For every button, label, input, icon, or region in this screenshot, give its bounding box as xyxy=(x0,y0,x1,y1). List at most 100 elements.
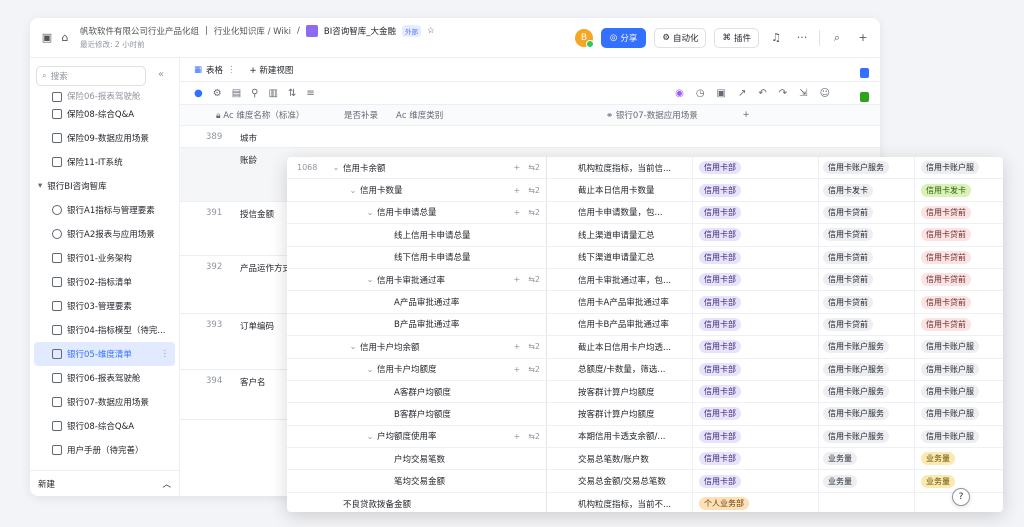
collapse-sidebar-icon[interactable]: « xyxy=(158,69,164,80)
scene-cell[interactable]: 信用卡贷前 xyxy=(914,291,1003,313)
group-icon[interactable]: ▥ xyxy=(268,88,277,99)
ai-icon[interactable]: ◉ xyxy=(675,88,684,99)
subitems-icon[interactable]: ⇆2 xyxy=(528,365,540,374)
dept-cell[interactable]: 信用卡部 xyxy=(692,246,818,268)
chevron-down-icon[interactable]: ⌄ xyxy=(346,342,360,351)
table-row[interactable]: ⌄ 信用卡户均余额 + ⇆2 截止本日信用卡户均透... 信用卡部 信用卡账户服务 信用卡账户… xyxy=(287,336,1003,359)
dept-cell[interactable]: 信用卡部 xyxy=(692,358,818,380)
sidebar-item[interactable]: 保险06-报表驾驶舱 xyxy=(30,90,179,102)
sort-icon[interactable]: ⇅ xyxy=(288,88,296,99)
scene-cell[interactable]: 信用卡发卡 xyxy=(914,179,1003,201)
category-cell[interactable]: 信用卡贷前 xyxy=(818,201,914,224)
table-row[interactable]: 户均交易笔数 交易总笔数/账户数 信用卡部 业务量 业务量 xyxy=(287,448,1003,471)
category-cell[interactable] xyxy=(818,492,914,512)
dept-cell[interactable]: 信用卡部 xyxy=(692,224,818,246)
dept-cell[interactable]: 信用卡部 xyxy=(692,179,818,201)
dept-cell[interactable]: 信用卡部 xyxy=(692,425,818,448)
add-child-icon[interactable]: + xyxy=(514,432,521,441)
desc-cell[interactable]: 信用卡A产品审批通过率 xyxy=(574,296,692,308)
dept-cell[interactable]: 信用卡部 xyxy=(692,313,818,336)
plugin-button[interactable]: ⌘ 插件 xyxy=(714,27,759,48)
add-child-icon[interactable]: + xyxy=(514,365,521,374)
name-cell[interactable]: B产品审批通过率 xyxy=(321,314,546,335)
category-cell[interactable]: 信用卡贷前 xyxy=(818,246,914,268)
desc-cell[interactable]: 机构粒度指标，当前信... xyxy=(574,162,692,174)
subitems-icon[interactable]: ⇆2 xyxy=(528,342,540,351)
name-cell[interactable]: ⌄ 信用卡户均额度 + ⇆2 xyxy=(321,359,546,380)
col-header-category[interactable]: Aᴄ 维度类别 xyxy=(390,109,600,121)
sheet-panel-icon[interactable] xyxy=(860,92,869,102)
dept-cell[interactable]: 信用卡部 xyxy=(692,448,818,470)
form-icon[interactable]: ▣ xyxy=(717,88,726,99)
avatar[interactable]: B xyxy=(574,28,594,48)
history-icon[interactable]: ◷ xyxy=(696,88,705,99)
scene-cell[interactable]: 业务量 xyxy=(914,448,1003,470)
sidebar-item[interactable]: 用户手册（待完善） xyxy=(30,438,179,462)
subitems-icon[interactable]: ⇆2 xyxy=(528,208,540,217)
name-cell[interactable]: ⌄ 信用卡户均余额 + ⇆2 xyxy=(321,336,546,357)
add-column-button[interactable]: + xyxy=(728,110,758,120)
subitems-icon[interactable]: ⇆2 xyxy=(528,275,540,284)
col-header-scene[interactable]: ⚭ 银行07-数据应用场景 xyxy=(600,109,728,121)
name-cell[interactable]: ⌄ 信用卡审批通过率 + ⇆2 xyxy=(321,269,546,290)
bell-icon[interactable]: ♫ xyxy=(767,29,785,47)
item-more-icon[interactable]: ⋮ xyxy=(161,349,170,359)
breadcrumb-org[interactable]: 帆软软件有限公司行业产品化组 xyxy=(80,25,199,37)
desc-cell[interactable]: 线下渠道申请量汇总 xyxy=(574,251,692,263)
desc-cell[interactable]: 线上渠道申请量汇总 xyxy=(574,229,692,241)
more-icon[interactable]: ··· xyxy=(793,29,811,47)
add-child-icon[interactable]: + xyxy=(514,275,521,284)
dept-cell[interactable]: 信用卡部 xyxy=(692,336,818,358)
category-cell[interactable]: 信用卡账户服务 xyxy=(818,403,914,425)
dept-cell[interactable]: 个人业务部 xyxy=(692,492,818,512)
table-row[interactable]: ⌄ 信用卡审批通过率 + ⇆2 信用卡审批通过率，包... 信用卡部 信用卡贷前 信用卡贷前 xyxy=(287,268,1003,292)
add-child-icon[interactable]: + xyxy=(514,163,521,172)
sidebar-item[interactable]: 银行03-管理要素 xyxy=(30,294,179,318)
sidebar-item[interactable]: 银行A1指标与管理要素 xyxy=(30,198,179,222)
add-icon[interactable]: + xyxy=(854,29,872,47)
select-all-checkbox[interactable]: ☐ xyxy=(180,110,206,120)
name-cell[interactable]: A客群户均额度 xyxy=(321,381,546,402)
table-row[interactable]: B产品审批通过率 信用卡B产品审批通过率 信用卡部 信用卡贷前 信用卡贷前 xyxy=(287,313,1003,337)
chevron-down-icon[interactable]: ⌄ xyxy=(363,275,377,284)
new-view-button[interactable]: + 新建视图 xyxy=(250,64,294,76)
category-cell[interactable]: 信用卡贷前 xyxy=(818,313,914,336)
category-cell[interactable]: 业务量 xyxy=(818,448,914,470)
sidebar-item[interactable]: 银行02-指标清单 xyxy=(30,270,179,294)
sidebar-item[interactable]: 银行06-报表驾驶舱 xyxy=(30,366,179,390)
sidebar-item[interactable]: 银行07-数据应用场景 xyxy=(30,390,179,414)
doc-title[interactable]: BI咨询智库_大金融 xyxy=(324,25,396,37)
sidebar-item[interactable]: ▾ 银行BI咨询智库 xyxy=(30,174,179,198)
filter-icon[interactable]: ⚲ xyxy=(251,88,258,99)
desc-cell[interactable]: 信用卡申请数量，包... xyxy=(574,206,692,218)
chevron-down-icon[interactable]: ⌄ xyxy=(363,365,377,374)
name-cell[interactable]: 线上信用卡申请总量 xyxy=(321,224,546,245)
category-cell[interactable]: 信用卡账户服务 xyxy=(818,425,914,448)
name-cell[interactable]: 户均交易笔数 xyxy=(321,448,546,469)
tab-more-icon[interactable]: ⋮ xyxy=(227,65,236,75)
name-cell[interactable]: B客群户均额度 xyxy=(321,403,546,424)
table-row[interactable]: 线下信用卡申请总量 线下渠道申请量汇总 信用卡部 信用卡贷前 信用卡贷前 xyxy=(287,246,1003,269)
chevron-down-icon[interactable]: ⌄ xyxy=(363,208,377,217)
sidebar-item[interactable]: 银行05-维度清单 ⋮ xyxy=(34,342,175,366)
search-input[interactable]: ⌕ 搜索 xyxy=(36,66,146,86)
table-row[interactable]: 不良贷款拨备金额 机构粒度指标，当前不... 个人业务部 xyxy=(287,492,1003,512)
subitems-icon[interactable]: ⇆2 xyxy=(528,163,540,172)
share-button[interactable]: ◎ 分享 xyxy=(600,27,647,48)
add-record-icon[interactable]: ● xyxy=(194,88,203,99)
desc-cell[interactable]: 按客群计算户均额度 xyxy=(574,408,692,420)
name-cell[interactable]: 线下信用卡申请总量 xyxy=(321,247,546,268)
table-row[interactable]: 1068 ⌄ 信用卡余额 + ⇆2 机构粒度指标，当前信... 信用卡部 信用卡账户服务 信用卡… xyxy=(287,157,1003,180)
table-row[interactable]: ⌄ 户均额度使用率 + ⇆2 本期信用卡透支余额/... 信用卡部 信用卡账户服务 信用卡账户… xyxy=(287,425,1003,449)
category-cell[interactable]: 信用卡发卡 xyxy=(818,179,914,201)
chevron-up-icon[interactable]: ︿ xyxy=(162,478,171,490)
desc-cell[interactable]: 交易总笔数/账户数 xyxy=(574,453,692,465)
table-row[interactable]: A产品审批通过率 信用卡A产品审批通过率 信用卡部 信用卡贷前 信用卡贷前 xyxy=(287,291,1003,314)
tab-table[interactable]: ▦ 表格 ⋮ xyxy=(194,64,236,76)
sidebar-item[interactable]: 银行04-指标模型（待完... xyxy=(30,318,179,342)
scene-cell[interactable]: 信用卡账户服 xyxy=(914,403,1003,425)
name-cell[interactable]: ⌄ 信用卡申请总量 + ⇆2 xyxy=(321,202,546,223)
category-cell[interactable]: 信用卡账户服务 xyxy=(818,380,914,403)
scene-cell[interactable]: 信用卡账户服 xyxy=(914,358,1003,380)
desc-cell[interactable]: 截止本日信用卡数量 xyxy=(574,184,692,196)
